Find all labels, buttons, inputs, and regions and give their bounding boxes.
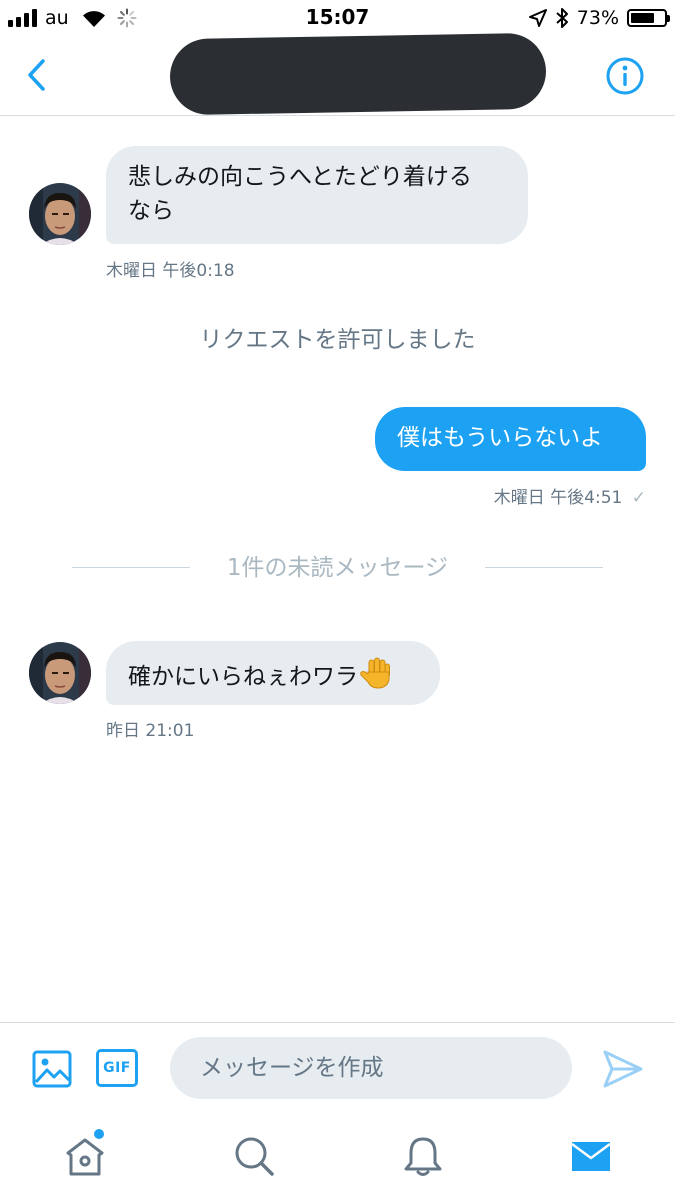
message-bubble[interactable]: 悲しみの向こうへとたどり着ける なら (106, 146, 528, 244)
message-input[interactable] (170, 1037, 572, 1099)
home-icon[interactable] (63, 1134, 107, 1178)
message-timestamp: 昨日 21:01 (106, 721, 195, 741)
image-icon[interactable] (32, 1049, 72, 1089)
avatar[interactable] (29, 183, 91, 245)
mail-icon[interactable] (569, 1134, 613, 1178)
divider-line-right (485, 567, 603, 568)
back-button[interactable] (18, 54, 54, 96)
location-arrow-icon (528, 9, 547, 27)
battery-nub (667, 15, 670, 22)
unread-divider-label: 1件の未読メッセージ (226, 555, 449, 581)
chevron-left-icon (28, 59, 45, 91)
message-timestamp: 木曜日 午後0:18 (106, 261, 235, 281)
battery-level-fill (631, 13, 654, 23)
tab-bar (0, 1114, 675, 1200)
message-bubble[interactable]: 確かにいらねぇわワラ (106, 641, 440, 705)
bluetooth-icon (556, 8, 568, 28)
message-text: 確かにいらねぇわワラ (128, 664, 358, 690)
read-check-icon: ✓ (631, 488, 646, 508)
gif-button[interactable]: GIF (96, 1049, 138, 1087)
raised-hand-emoji (360, 657, 390, 689)
avatar[interactable] (29, 642, 91, 704)
search-icon[interactable] (232, 1134, 276, 1178)
bell-icon[interactable] (401, 1134, 445, 1178)
outgoing-message-bubble[interactable]: 僕はもういらないよ (375, 407, 646, 471)
conversation-header (0, 32, 675, 116)
battery-icon (627, 9, 670, 27)
message-text: 僕はもういらないよ (397, 425, 603, 451)
message-text-line: なら (128, 198, 174, 224)
send-icon[interactable] (602, 1049, 644, 1089)
battery-percent: 73% (576, 7, 619, 29)
info-icon[interactable] (605, 56, 645, 96)
redacted-conversation-title[interactable] (169, 32, 547, 116)
outgoing-message-meta: 木曜日 午後4:51 ✓ (494, 483, 646, 508)
avatar-photo (29, 183, 91, 245)
status-bar-right: 73% (528, 6, 670, 30)
message-composer: GIF (0, 1022, 675, 1114)
avatar-photo (29, 642, 91, 704)
message-text-line: 悲しみの向こうへとたどり着ける (128, 164, 472, 190)
request-accepted-notice: リクエストを許可しました (199, 327, 476, 353)
message-timestamp: 木曜日 午後4:51 (493, 488, 623, 508)
status-bar: au 15:07 73% (0, 0, 675, 36)
home-badge-dot (94, 1129, 104, 1139)
dm-conversation-screen: au 15:07 73% 悲しみの向こうへとたどり着ける なら 木曜日 午後0:… (0, 0, 675, 1200)
